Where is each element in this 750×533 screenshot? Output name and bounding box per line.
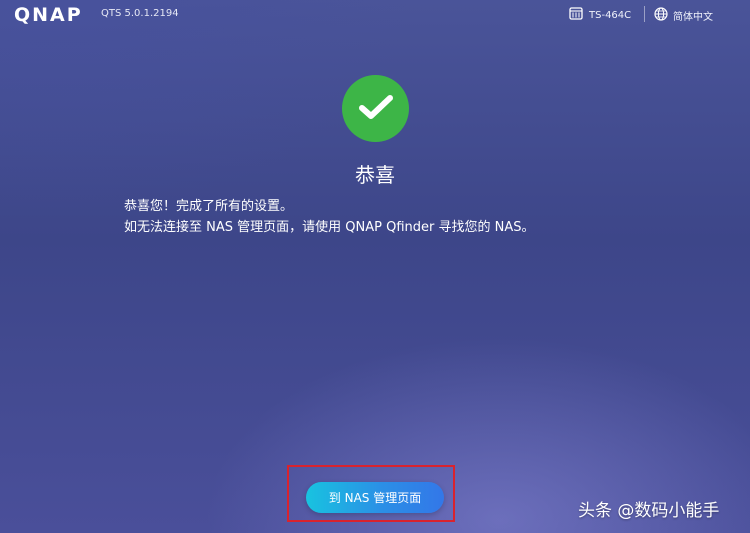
checkmark-icon — [358, 93, 394, 125]
qnap-logo: QNAP — [14, 4, 83, 26]
qfinder-hint-message: 如无法连接至 NAS 管理页面，请使用 QNAP Qfinder 寻找您的 NA… — [124, 220, 535, 235]
globe-icon — [654, 6, 668, 24]
model-indicator: TS-464C — [569, 5, 631, 25]
watermark: 头条 @数码小能手 — [578, 501, 720, 521]
language-selector[interactable]: 简体中文 — [654, 5, 713, 25]
success-badge — [342, 75, 409, 142]
success-message: 恭喜您！完成了所有的设置。 — [124, 199, 294, 214]
firmware-version: QTS 5.0.1.2194 — [101, 8, 179, 19]
model-name: TS-464C — [589, 9, 632, 21]
top-bar: QNAP QTS 5.0.1.2194 TS-464C 简体中文 — [0, 0, 750, 30]
nas-device-icon — [569, 7, 583, 23]
header-divider — [644, 6, 645, 22]
page-title: 恭喜 — [355, 163, 395, 187]
language-label: 简体中文 — [673, 11, 713, 23]
go-to-nas-management-button[interactable]: 到 NAS 管理页面 — [306, 482, 444, 513]
